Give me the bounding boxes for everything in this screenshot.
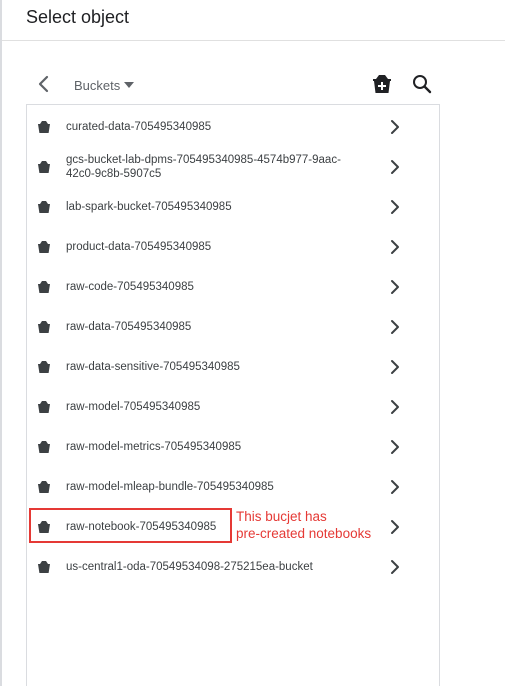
bucket-row[interactable]: raw-code-705495340985: [27, 267, 439, 307]
search-button[interactable]: [410, 72, 434, 96]
browser-toolbar: Buckets: [26, 64, 442, 104]
annotation-note: This bucjet has pre-created notebooks: [236, 508, 371, 542]
bucket-name: product-data-705495340985: [66, 241, 212, 253]
bucket-icon: [38, 561, 50, 573]
chevron-right-icon[interactable]: [387, 319, 403, 335]
bucket-icon: [38, 401, 50, 413]
bucket-name: lab-spark-bucket-705495340985: [66, 201, 232, 213]
title-divider: [2, 40, 505, 41]
chevron-right-icon[interactable]: [387, 479, 403, 495]
chevron-right-icon[interactable]: [387, 279, 403, 295]
bucket-row[interactable]: lab-spark-bucket-705495340985: [27, 187, 439, 227]
bucket-name: raw-model-705495340985: [66, 401, 201, 413]
chevron-right-icon[interactable]: [387, 119, 403, 135]
select-object-dialog: Select object Buckets curated-data-70549…: [0, 0, 505, 686]
chevron-right-icon[interactable]: [387, 199, 403, 215]
bucket-name: raw-model-metrics-705495340985: [66, 441, 242, 453]
bucket-icon: [38, 241, 50, 253]
bucket-icon: [38, 321, 50, 333]
bucket-row[interactable]: raw-model-705495340985: [27, 387, 439, 427]
bucket-name: raw-code-705495340985: [66, 281, 194, 293]
bucket-name: curated-data-705495340985: [66, 121, 212, 133]
bucket-icon: [38, 121, 50, 133]
bucket-name: raw-data-sensitive-705495340985: [66, 361, 240, 373]
create-bucket-icon: [373, 75, 391, 93]
bucket-icon: [38, 361, 50, 373]
create-bucket-button[interactable]: [370, 72, 394, 96]
bucket-row[interactable]: raw-notebook-705495340985: [27, 507, 439, 547]
breadcrumb-label: Buckets: [74, 77, 121, 93]
chevron-right-icon[interactable]: [387, 399, 403, 415]
annotation-line-1: This bucjet has: [236, 509, 327, 524]
bucket-name: raw-data-705495340985: [66, 321, 192, 333]
bucket-row[interactable]: raw-model-metrics-705495340985: [27, 427, 439, 467]
chevron-right-icon[interactable]: [387, 559, 403, 575]
bucket-name: gcs-bucket-lab-dpms-705495340985-4574b97…: [66, 154, 341, 180]
chevron-right-icon[interactable]: [387, 359, 403, 375]
breadcrumb-buckets-dropdown[interactable]: Buckets: [74, 76, 135, 94]
bucket-row[interactable]: us-central1-oda-70549534098-275215ea-buc…: [27, 547, 439, 587]
left-edge-divider: [0, 0, 2, 686]
bucket-icon: [38, 481, 50, 493]
bucket-row[interactable]: gcs-bucket-lab-dpms-705495340985-4574b97…: [27, 147, 439, 187]
annotation-line-2: pre-created notebooks: [236, 526, 372, 541]
bucket-name: us-central1-oda-70549534098-275215ea-buc…: [66, 561, 313, 573]
bucket-row[interactable]: curated-data-705495340985: [27, 107, 439, 147]
back-button[interactable]: [32, 72, 56, 96]
bucket-icon: [38, 201, 50, 213]
bucket-icon: [38, 441, 50, 453]
chevron-right-icon[interactable]: [387, 159, 403, 175]
caret-down-icon: [124, 82, 135, 88]
chevron-right-icon[interactable]: [387, 519, 403, 535]
bucket-icon: [38, 521, 50, 533]
bucket-list: curated-data-705495340985 gcs-bucket-lab-…: [26, 104, 440, 686]
bucket-row[interactable]: raw-data-705495340985: [27, 307, 439, 347]
bucket-icon: [38, 281, 50, 293]
search-icon: [413, 75, 432, 94]
chevron-right-icon[interactable]: [387, 439, 403, 455]
bucket-row[interactable]: raw-data-sensitive-705495340985: [27, 347, 439, 387]
dialog-title: Select object: [26, 7, 130, 27]
arrow-left-icon: [38, 75, 49, 93]
bucket-icon: [38, 161, 50, 173]
bucket-row[interactable]: raw-model-mleap-bundle-705495340985: [27, 467, 439, 507]
chevron-right-icon[interactable]: [387, 239, 403, 255]
bucket-name: raw-model-mleap-bundle-705495340985: [66, 481, 274, 493]
bucket-row[interactable]: product-data-705495340985: [27, 227, 439, 267]
